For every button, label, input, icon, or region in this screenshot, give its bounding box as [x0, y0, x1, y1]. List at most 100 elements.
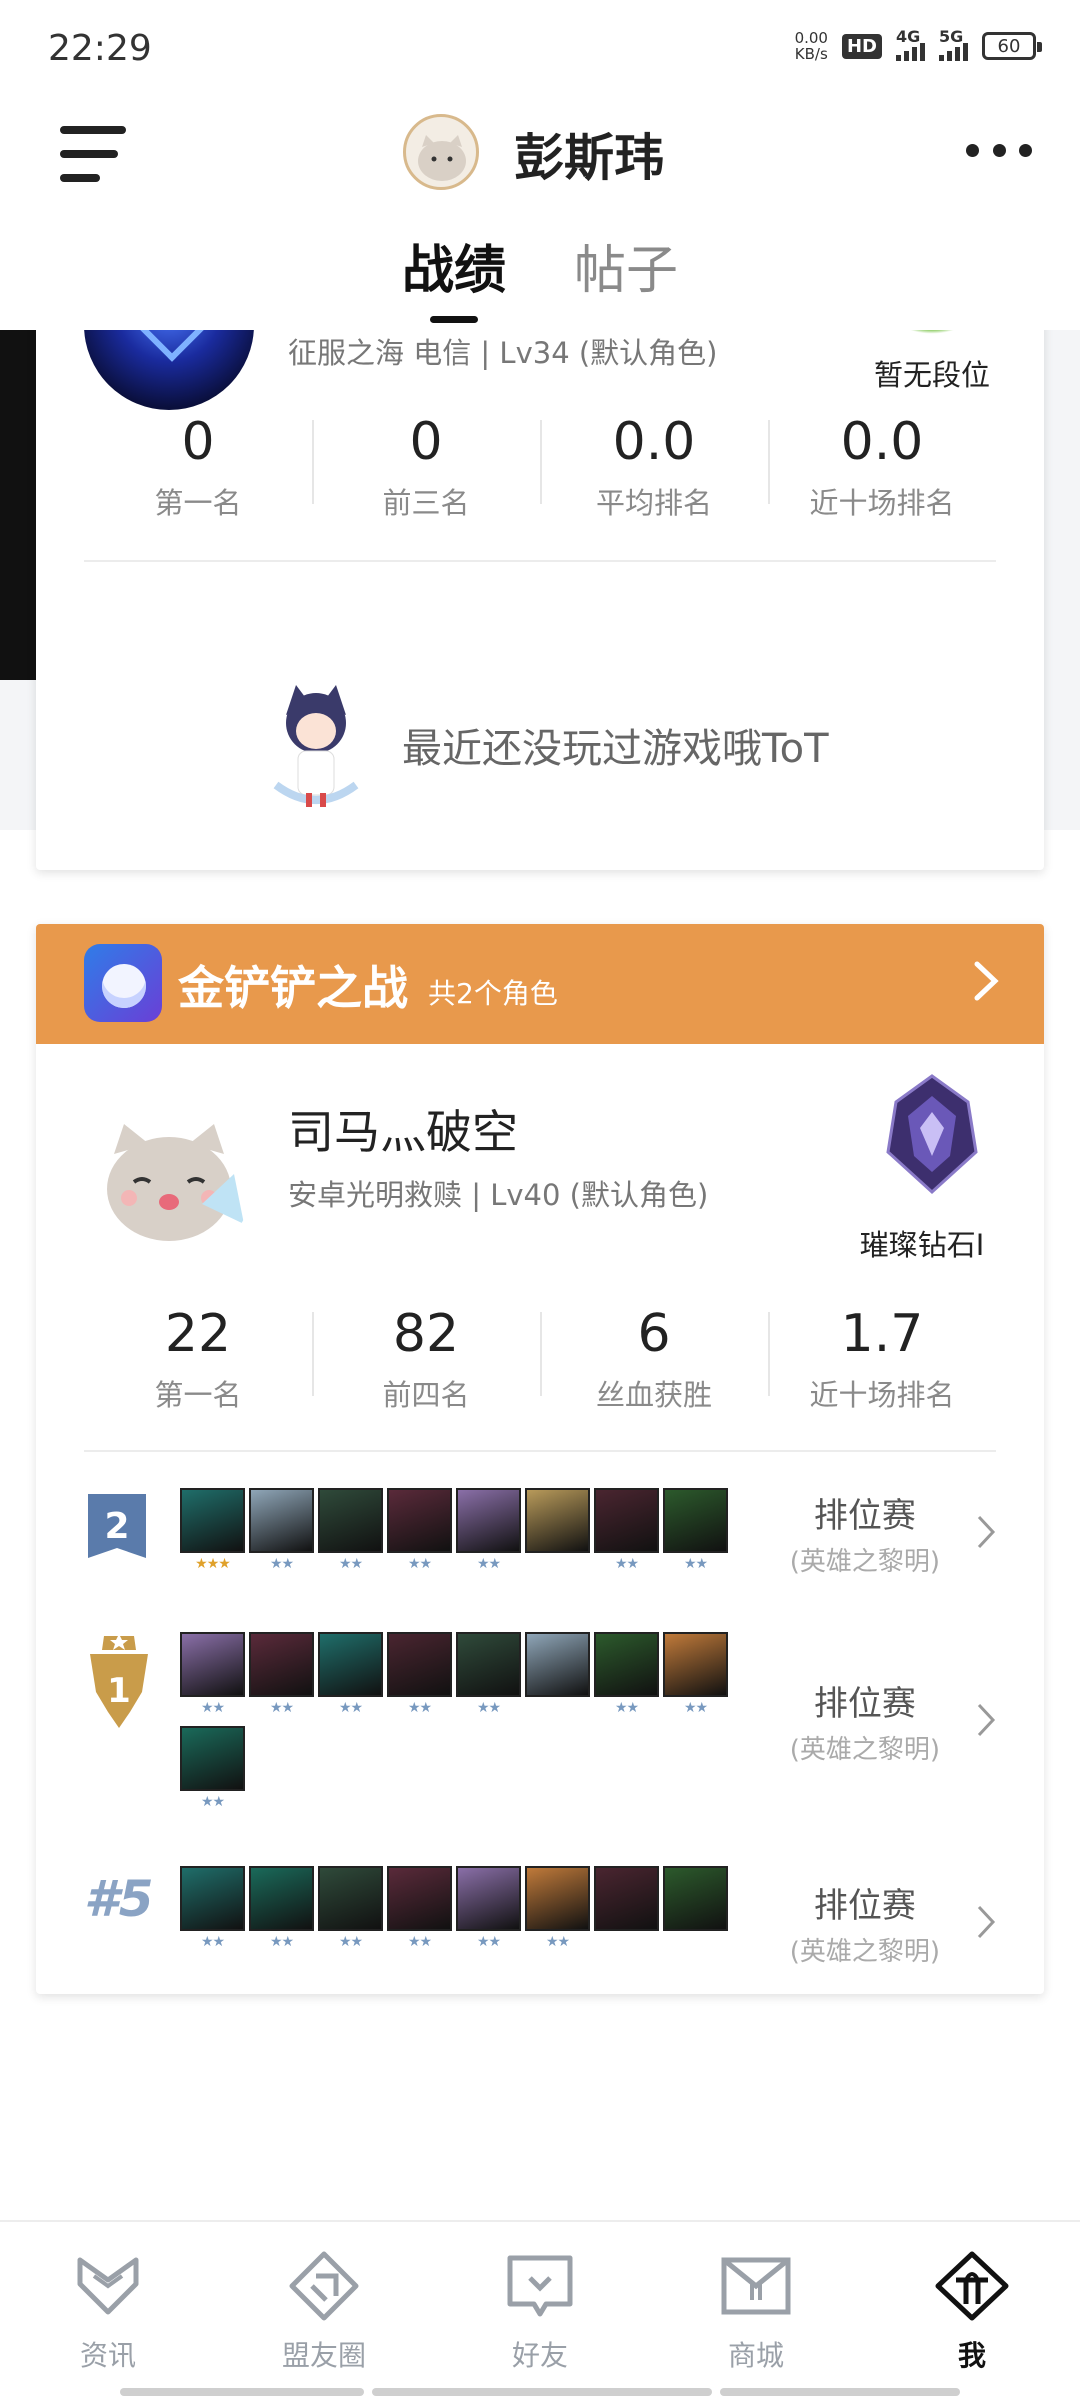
champion-star-rating: ★★ [476, 1700, 501, 1716]
champion-star-rating: ★★ [683, 1700, 708, 1716]
champion-star-rating: ★★ [338, 1700, 363, 1716]
status-time: 22:29 [48, 28, 152, 69]
stat-value: 1.7 [840, 1304, 924, 1364]
stat-label: 近十场排名 [809, 1378, 955, 1412]
champion-portrait [249, 1866, 314, 1931]
scroll-content[interactable]: 征服之海 电信 | Lv34 (默认角色) 暂无段位 0 第一名 0 前三名 0… [0, 330, 1080, 2220]
diamond-tier-icon [886, 1074, 978, 1195]
match-row[interactable]: #5 ★★ ★★ ★★ ★★ ★★ ★★ 排位赛 (英雄之黎明) [84, 1866, 996, 1996]
champion-tile: ★★ [663, 1488, 728, 1572]
tft-game-icon [84, 944, 162, 1022]
empty-state: 最近还没玩过游戏哦ToT [256, 670, 896, 820]
tft-role-count: 共2个角色 [428, 977, 558, 1010]
champion-star-rating: ★★ [269, 1700, 294, 1716]
tft-character-name: 司马灬破空 [288, 1105, 518, 1159]
champion-tile: ★★ [249, 1632, 314, 1716]
network-speed-unit: KB/s [794, 45, 828, 63]
profile-tabs: 战绩 帖子 [0, 228, 1080, 323]
champion-tile: ★★ [456, 1866, 521, 1950]
profile-avatar[interactable] [403, 114, 479, 190]
stat-item: 0 前三名 [312, 410, 540, 522]
champion-portrait [594, 1632, 659, 1697]
community-icon [289, 2251, 359, 2321]
tft-card-header[interactable]: 金铲铲之战 共2个角色 [36, 924, 1044, 1044]
champion-tile: ★★ [387, 1866, 452, 1950]
nav-label: 盟友圈 [281, 2339, 366, 2372]
divider [84, 560, 996, 562]
champion-portrait [387, 1632, 452, 1697]
champion-star-rating: ★★ [338, 1934, 363, 1950]
champion-star-rating: ★★ [269, 1934, 294, 1950]
champion-tile: ★★ [663, 1632, 728, 1716]
nav-item-news[interactable]: 资讯 [0, 2222, 216, 2400]
champion-portrait [180, 1632, 245, 1697]
more-options-icon[interactable] [966, 144, 1032, 158]
stat-value: 6 [637, 1304, 671, 1364]
champion-tile: ★★ [594, 1632, 659, 1716]
champion-portrait [663, 1866, 728, 1931]
signal-5g-label: 5G [939, 27, 964, 46]
battery-level: 60 [997, 35, 1021, 57]
stat-label: 丝血获胜 [595, 1378, 712, 1412]
shop-icon [721, 2257, 791, 2315]
stat-label: 近十场排名 [809, 486, 955, 520]
champion-portrait [318, 1488, 383, 1553]
lol-character-subline: 征服之海 电信 | Lv34 (默认角色) [288, 336, 718, 370]
gold-placement-badge-icon: 1 [90, 1634, 148, 1728]
rank-emblem-icon [882, 330, 982, 334]
background-banner-art [0, 330, 36, 680]
nav-item-me[interactable]: 我 [864, 2222, 1080, 2400]
friends-icon [507, 2255, 573, 2317]
tab-posts[interactable]: 帖子 [574, 228, 678, 323]
match-mode-name: 排位赛 [813, 1886, 916, 1926]
tft-character-avatar[interactable] [84, 1094, 254, 1264]
champion-star-rating: ★★ [545, 1934, 570, 1950]
lol-character-avatar[interactable] [84, 330, 254, 410]
lol-stats: 0 第一名 0 前三名 0.0 平均排名 0.0 近十场排名 [84, 410, 996, 522]
match-row[interactable]: 1 ★★ ★★ ★★ ★★ ★★ ★★ ★★ ★★ 排位赛 (英雄之黎明) [84, 1632, 996, 1810]
match-mode-sub: (英雄之黎明) [789, 1735, 940, 1765]
chevron-right-icon [977, 1703, 996, 1737]
stat-value: 0.0 [612, 412, 696, 472]
tft-game-card: 金铲铲之战 共2个角色 司马灬破空 安卓光明救赎 | Lv40 (默认角色) 璀… [36, 924, 1044, 1994]
champion-tile: ★★ [249, 1488, 314, 1572]
menu-icon[interactable] [60, 126, 126, 186]
champion-portrait [318, 1866, 383, 1931]
stat-value: 0 [181, 412, 215, 472]
placement-number: #5 [84, 1870, 154, 1928]
nav-item-community[interactable]: 盟友圈 [216, 2222, 432, 2400]
champion-tile: ★★ [180, 1632, 245, 1716]
champion-star-rating: ★★ [614, 1700, 639, 1716]
champion-star-rating: ★★ [407, 1556, 432, 1572]
champion-list: ★★ ★★ ★★ ★★ ★★ ★★ ★★ ★★ [180, 1632, 740, 1810]
champion-portrait [180, 1488, 245, 1553]
champion-tile [594, 1866, 659, 1950]
match-row[interactable]: 2 ★★★ ★★ ★★ ★★ ★★ ★★ ★★ 排位赛 (英雄之黎明) [84, 1488, 996, 1618]
champion-tile: ★★★ [180, 1488, 245, 1572]
status-bar: 22:29 0.00 KB/s HD 4G 5G 60 [0, 0, 1080, 100]
champion-tile: ★★ [318, 1488, 383, 1572]
profile-name: 彭斯玮 [514, 129, 664, 187]
match-mode-sub: (英雄之黎明) [789, 1937, 940, 1967]
champion-portrait [663, 1632, 728, 1697]
champion-tile: ★★ [594, 1488, 659, 1572]
champion-tile: ★★ [456, 1488, 521, 1572]
signal-4g-label: 4G [896, 27, 921, 46]
stat-label: 第一名 [154, 486, 242, 520]
stat-value: 0.0 [840, 412, 924, 472]
champion-portrait [663, 1488, 728, 1553]
signal-4g-icon: 4G [896, 27, 925, 61]
nav-item-shop[interactable]: 商城 [648, 2222, 864, 2400]
hd-voice-icon: HD [841, 33, 882, 59]
champion-portrait [456, 1866, 521, 1931]
nav-label: 好友 [511, 2339, 568, 2372]
champion-tile: ★★ [180, 1726, 245, 1810]
tab-record[interactable]: 战绩 [402, 228, 506, 323]
nav-item-friends[interactable]: 好友 [432, 2222, 648, 2400]
champion-tile: ★★ [456, 1632, 521, 1716]
champion-star-rating: ★★ [407, 1700, 432, 1716]
chevron-right-icon [977, 1515, 996, 1549]
stat-value: 0 [409, 412, 443, 472]
lol-game-card: 征服之海 电信 | Lv34 (默认角色) 暂无段位 0 第一名 0 前三名 0… [36, 330, 1044, 870]
divider [84, 1450, 996, 1452]
